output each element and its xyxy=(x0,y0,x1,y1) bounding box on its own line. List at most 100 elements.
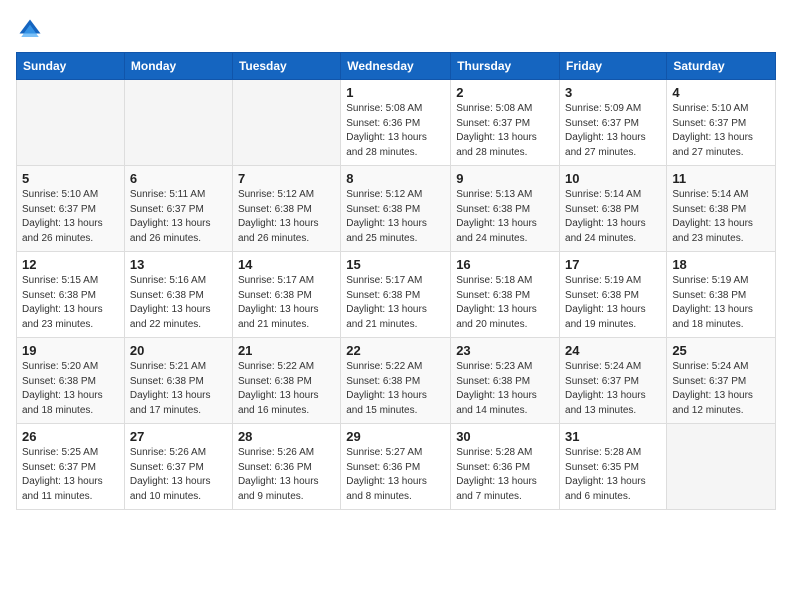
day-info: Sunrise: 5:27 AMSunset: 6:36 PMDaylight:… xyxy=(346,446,445,504)
calendar-cell: 13 Sunrise: 5:16 AMSunset: 6:38 PMDayligh… xyxy=(124,252,232,338)
calendar-week-row: 26 Sunrise: 5:25 AMSunset: 6:37 PMDayligh… xyxy=(17,424,776,510)
calendar-week-row: 19 Sunrise: 5:20 AMSunset: 6:38 PMDayligh… xyxy=(17,338,776,424)
day-number: 20 xyxy=(130,343,227,358)
day-info: Sunrise: 5:13 AMSunset: 6:38 PMDaylight:… xyxy=(456,188,554,246)
day-number: 1 xyxy=(346,85,445,100)
calendar-cell: 19 Sunrise: 5:20 AMSunset: 6:38 PMDayligh… xyxy=(17,338,125,424)
day-info: Sunrise: 5:19 AMSunset: 6:38 PMDaylight:… xyxy=(565,274,661,332)
day-number: 16 xyxy=(456,257,554,272)
day-number: 14 xyxy=(238,257,335,272)
calendar-cell: 30Sunrise: 5:28 AMSunset: 6:36 PMDayligh… xyxy=(451,424,560,510)
calendar-week-row: 5 Sunrise: 5:10 AMSunset: 6:37 PMDaylight… xyxy=(17,166,776,252)
calendar-cell: 1 Sunrise: 5:08 AMSunset: 6:36 PMDaylight… xyxy=(341,80,451,166)
day-number: 9 xyxy=(456,171,554,186)
calendar-cell: 24 Sunrise: 5:24 AMSunset: 6:37 PMDayligh… xyxy=(560,338,667,424)
day-number: 28 xyxy=(238,429,335,444)
calendar-cell: 10 Sunrise: 5:14 AMSunset: 6:38 PMDayligh… xyxy=(560,166,667,252)
calendar-cell: 27Sunrise: 5:26 AMSunset: 6:37 PMDayligh… xyxy=(124,424,232,510)
header-row xyxy=(16,16,776,44)
day-info: Sunrise: 5:12 AMSunset: 6:38 PMDaylight:… xyxy=(238,188,335,246)
weekday-header-saturday: Saturday xyxy=(667,53,776,80)
calendar-cell: 25 Sunrise: 5:24 AMSunset: 6:37 PMDayligh… xyxy=(667,338,776,424)
day-number: 6 xyxy=(130,171,227,186)
day-info: Sunrise: 5:08 AMSunset: 6:36 PMDaylight:… xyxy=(346,102,445,160)
day-info: Sunrise: 5:14 AMSunset: 6:38 PMDaylight:… xyxy=(672,188,770,246)
day-number: 8 xyxy=(346,171,445,186)
day-number: 11 xyxy=(672,171,770,186)
day-info: Sunrise: 5:16 AMSunset: 6:38 PMDaylight:… xyxy=(130,274,227,332)
calendar-cell: 26 Sunrise: 5:25 AMSunset: 6:37 PMDayligh… xyxy=(17,424,125,510)
day-info: Sunrise: 5:20 AMSunset: 6:38 PMDaylight:… xyxy=(22,360,119,418)
day-info: Sunrise: 5:17 AMSunset: 6:38 PMDaylight:… xyxy=(238,274,335,332)
weekday-header-monday: Monday xyxy=(124,53,232,80)
day-number: 13 xyxy=(130,257,227,272)
calendar-cell: 17 Sunrise: 5:19 AMSunset: 6:38 PMDayligh… xyxy=(560,252,667,338)
day-number: 26 xyxy=(22,429,119,444)
day-number: 25 xyxy=(672,343,770,358)
calendar-cell xyxy=(667,424,776,510)
day-info: Sunrise: 5:28 AMSunset: 6:35 PMDaylight:… xyxy=(565,446,661,504)
calendar-cell: 12 Sunrise: 5:15 AMSunset: 6:38 PMDayligh… xyxy=(17,252,125,338)
calendar-cell: 3Sunrise: 5:09 AMSunset: 6:37 PMDaylight… xyxy=(560,80,667,166)
day-info: Sunrise: 5:24 AMSunset: 6:37 PMDaylight:… xyxy=(565,360,661,418)
calendar-cell: 14 Sunrise: 5:17 AMSunset: 6:38 PMDayligh… xyxy=(232,252,340,338)
logo xyxy=(16,16,48,44)
calendar-table: SundayMondayTuesdayWednesdayThursdayFrid… xyxy=(16,52,776,510)
calendar-cell: 28 Sunrise: 5:26 AMSunset: 6:36 PMDayligh… xyxy=(232,424,340,510)
day-info: Sunrise: 5:10 AMSunset: 6:37 PMDaylight:… xyxy=(22,188,119,246)
day-info: Sunrise: 5:19 AMSunset: 6:38 PMDaylight:… xyxy=(672,274,770,332)
day-number: 10 xyxy=(565,171,661,186)
calendar-cell: 31Sunrise: 5:28 AMSunset: 6:35 PMDayligh… xyxy=(560,424,667,510)
day-info: Sunrise: 5:23 AMSunset: 6:38 PMDaylight:… xyxy=(456,360,554,418)
calendar-week-row: 1 Sunrise: 5:08 AMSunset: 6:36 PMDaylight… xyxy=(17,80,776,166)
weekday-header-thursday: Thursday xyxy=(451,53,560,80)
calendar-cell: 4 Sunrise: 5:10 AMSunset: 6:37 PMDaylight… xyxy=(667,80,776,166)
logo-icon xyxy=(16,16,44,44)
calendar-cell: 8Sunrise: 5:12 AMSunset: 6:38 PMDaylight… xyxy=(341,166,451,252)
day-info: Sunrise: 5:11 AMSunset: 6:37 PMDaylight:… xyxy=(130,188,227,246)
day-number: 2 xyxy=(456,85,554,100)
day-info: Sunrise: 5:22 AMSunset: 6:38 PMDaylight:… xyxy=(346,360,445,418)
day-number: 24 xyxy=(565,343,661,358)
calendar-cell: 16 Sunrise: 5:18 AMSunset: 6:38 PMDayligh… xyxy=(451,252,560,338)
day-number: 3 xyxy=(565,85,661,100)
calendar-cell: 2Sunrise: 5:08 AMSunset: 6:37 PMDaylight… xyxy=(451,80,560,166)
day-info: Sunrise: 5:24 AMSunset: 6:37 PMDaylight:… xyxy=(672,360,770,418)
day-info: Sunrise: 5:15 AMSunset: 6:38 PMDaylight:… xyxy=(22,274,119,332)
day-info: Sunrise: 5:21 AMSunset: 6:38 PMDaylight:… xyxy=(130,360,227,418)
day-info: Sunrise: 5:18 AMSunset: 6:38 PMDaylight:… xyxy=(456,274,554,332)
calendar-cell: 29 Sunrise: 5:27 AMSunset: 6:36 PMDayligh… xyxy=(341,424,451,510)
day-number: 29 xyxy=(346,429,445,444)
day-number: 12 xyxy=(22,257,119,272)
day-number: 17 xyxy=(565,257,661,272)
day-number: 15 xyxy=(346,257,445,272)
calendar-cell: 23 Sunrise: 5:23 AMSunset: 6:38 PMDayligh… xyxy=(451,338,560,424)
day-info: Sunrise: 5:10 AMSunset: 6:37 PMDaylight:… xyxy=(672,102,770,160)
day-info: Sunrise: 5:14 AMSunset: 6:38 PMDaylight:… xyxy=(565,188,661,246)
weekday-header-sunday: Sunday xyxy=(17,53,125,80)
calendar-cell xyxy=(124,80,232,166)
day-info: Sunrise: 5:17 AMSunset: 6:38 PMDaylight:… xyxy=(346,274,445,332)
day-number: 4 xyxy=(672,85,770,100)
weekday-header-row: SundayMondayTuesdayWednesdayThursdayFrid… xyxy=(17,53,776,80)
calendar-cell: 15 Sunrise: 5:17 AMSunset: 6:38 PMDayligh… xyxy=(341,252,451,338)
day-info: Sunrise: 5:25 AMSunset: 6:37 PMDaylight:… xyxy=(22,446,119,504)
calendar-cell: 11 Sunrise: 5:14 AMSunset: 6:38 PMDayligh… xyxy=(667,166,776,252)
day-number: 19 xyxy=(22,343,119,358)
page-container: SundayMondayTuesdayWednesdayThursdayFrid… xyxy=(0,0,792,520)
day-info: Sunrise: 5:28 AMSunset: 6:36 PMDaylight:… xyxy=(456,446,554,504)
day-number: 27 xyxy=(130,429,227,444)
day-number: 7 xyxy=(238,171,335,186)
weekday-header-tuesday: Tuesday xyxy=(232,53,340,80)
calendar-cell: 5 Sunrise: 5:10 AMSunset: 6:37 PMDaylight… xyxy=(17,166,125,252)
calendar-cell: 7 Sunrise: 5:12 AMSunset: 6:38 PMDaylight… xyxy=(232,166,340,252)
weekday-header-friday: Friday xyxy=(560,53,667,80)
day-info: Sunrise: 5:22 AMSunset: 6:38 PMDaylight:… xyxy=(238,360,335,418)
day-number: 5 xyxy=(22,171,119,186)
day-number: 23 xyxy=(456,343,554,358)
day-info: Sunrise: 5:26 AMSunset: 6:36 PMDaylight:… xyxy=(238,446,335,504)
calendar-cell: 9 Sunrise: 5:13 AMSunset: 6:38 PMDaylight… xyxy=(451,166,560,252)
weekday-header-wednesday: Wednesday xyxy=(341,53,451,80)
calendar-cell xyxy=(17,80,125,166)
calendar-cell: 18Sunrise: 5:19 AMSunset: 6:38 PMDayligh… xyxy=(667,252,776,338)
